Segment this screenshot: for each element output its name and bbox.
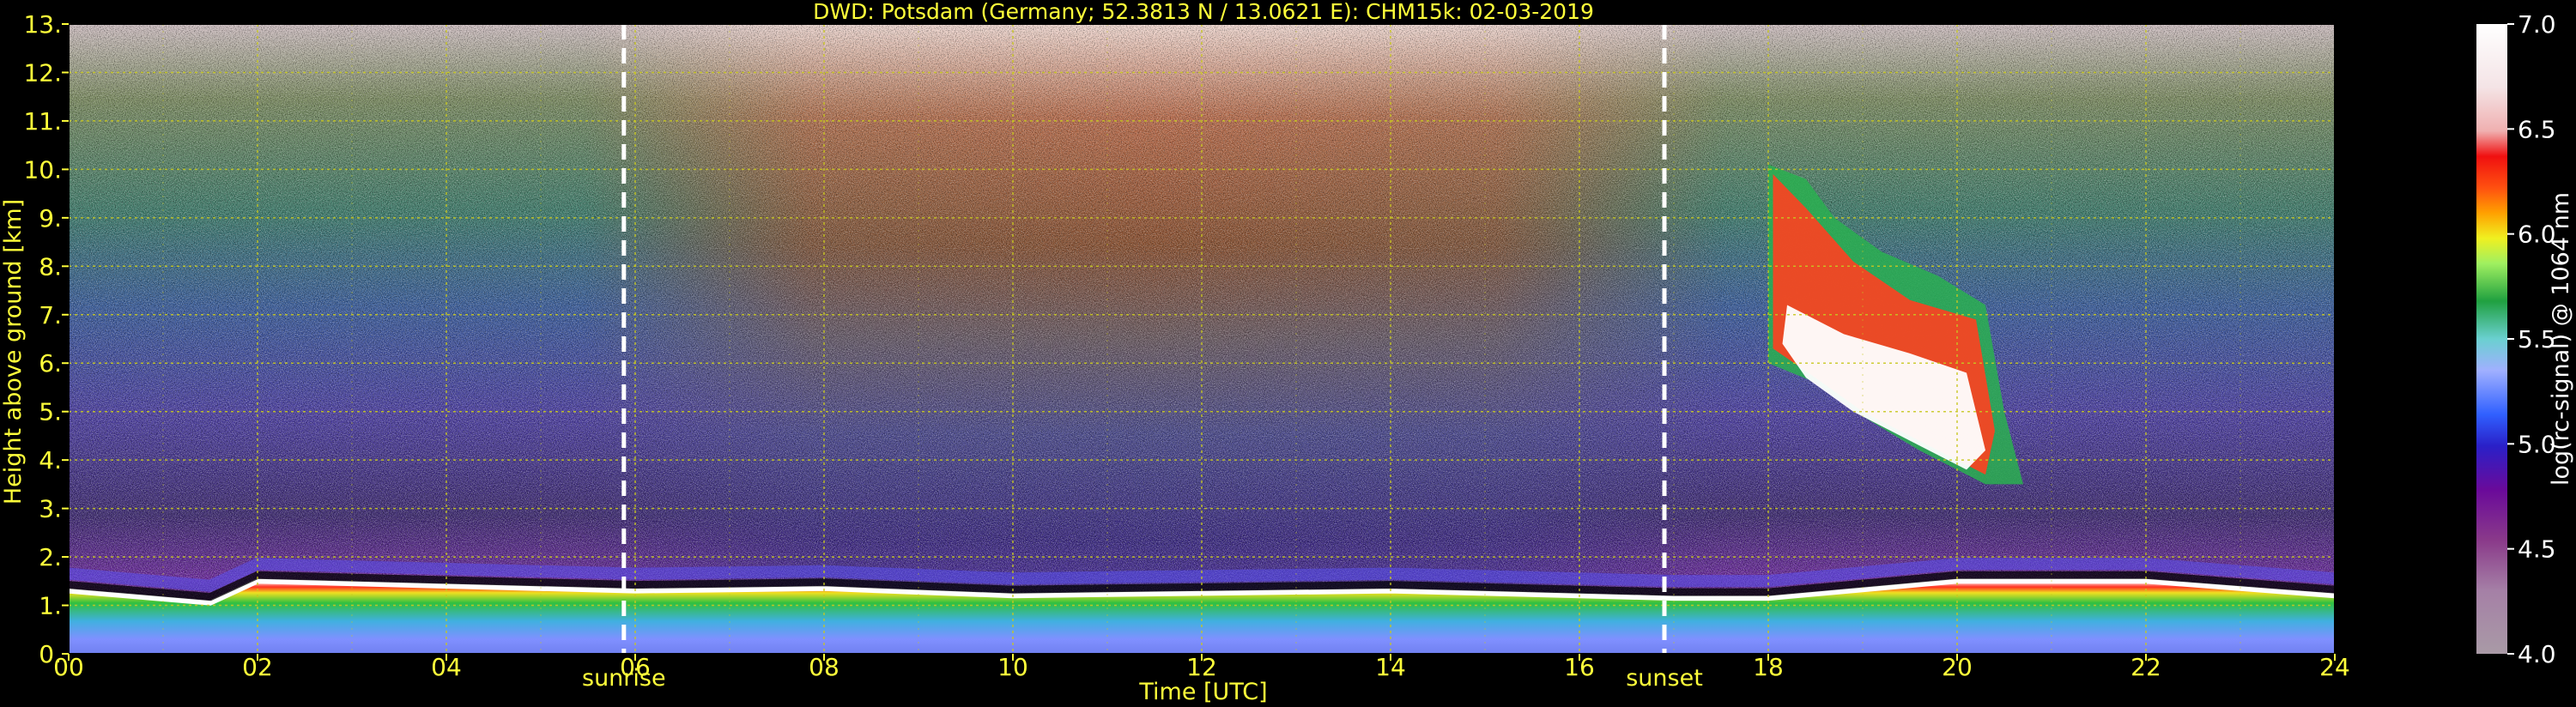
x-tick-label: 16	[1564, 653, 1595, 681]
colorbar-tick-label: 7.0	[2518, 10, 2556, 39]
x-tick-label: 20	[1942, 653, 1973, 681]
y-tick-label: 8.	[39, 252, 62, 281]
x-tick-label: 12	[1186, 653, 1217, 681]
x-tick-label: 04	[431, 653, 462, 681]
colorbar-tick-label: 4.0	[2518, 640, 2556, 668]
y-tick-label: 5.	[39, 398, 62, 426]
x-tick-label: 24	[2319, 653, 2350, 681]
x-tick-label: 22	[2131, 653, 2161, 681]
ceilometer-chart: sunrise sunset 0.1.2.3.4.5.6.7.8.9.10.11.…	[0, 0, 2574, 705]
y-tick-label: 9.	[39, 204, 62, 233]
y-axis-label: Height above ground [km]	[0, 199, 27, 505]
chart-title: DWD: Potsdam (Germany; 52.3813 N / 13.06…	[813, 0, 1594, 24]
x-tick-label: 00	[53, 653, 84, 681]
x-tick-label: 02	[242, 653, 273, 681]
y-tick-label: 2.	[39, 543, 62, 571]
x-tick-label: 10	[997, 653, 1028, 681]
x-tick-label: 18	[1753, 653, 1784, 681]
y-tick-label: 13.	[23, 10, 62, 39]
y-tick-label: 1.	[39, 592, 62, 620]
y-tick-label: 3.	[39, 495, 62, 523]
y-tick-label: 4.	[39, 446, 62, 474]
y-tick-label: 10.	[23, 155, 62, 184]
x-axis-label: Time [UTC]	[1138, 679, 1267, 705]
colorbar-label: log(rc-signal) @ 1064 nm	[2548, 192, 2574, 486]
colorbar-scale	[2476, 24, 2507, 654]
y-tick-label: 11.	[23, 107, 62, 136]
colorbar-tick-label: 4.5	[2518, 535, 2556, 564]
colorbar: 4.04.55.05.56.06.57.0	[2476, 10, 2556, 668]
y-tick-label: 12.	[23, 58, 62, 87]
y-tick-label: 7.	[39, 301, 62, 329]
y-tick-label: 6.	[39, 349, 62, 378]
x-tick-label: 06	[620, 653, 651, 681]
x-tick-label: 08	[809, 653, 839, 681]
colorbar-tick-label: 6.5	[2518, 115, 2556, 143]
x-tick-label: 14	[1375, 653, 1406, 681]
sunset-label: sunset	[1626, 665, 1703, 692]
